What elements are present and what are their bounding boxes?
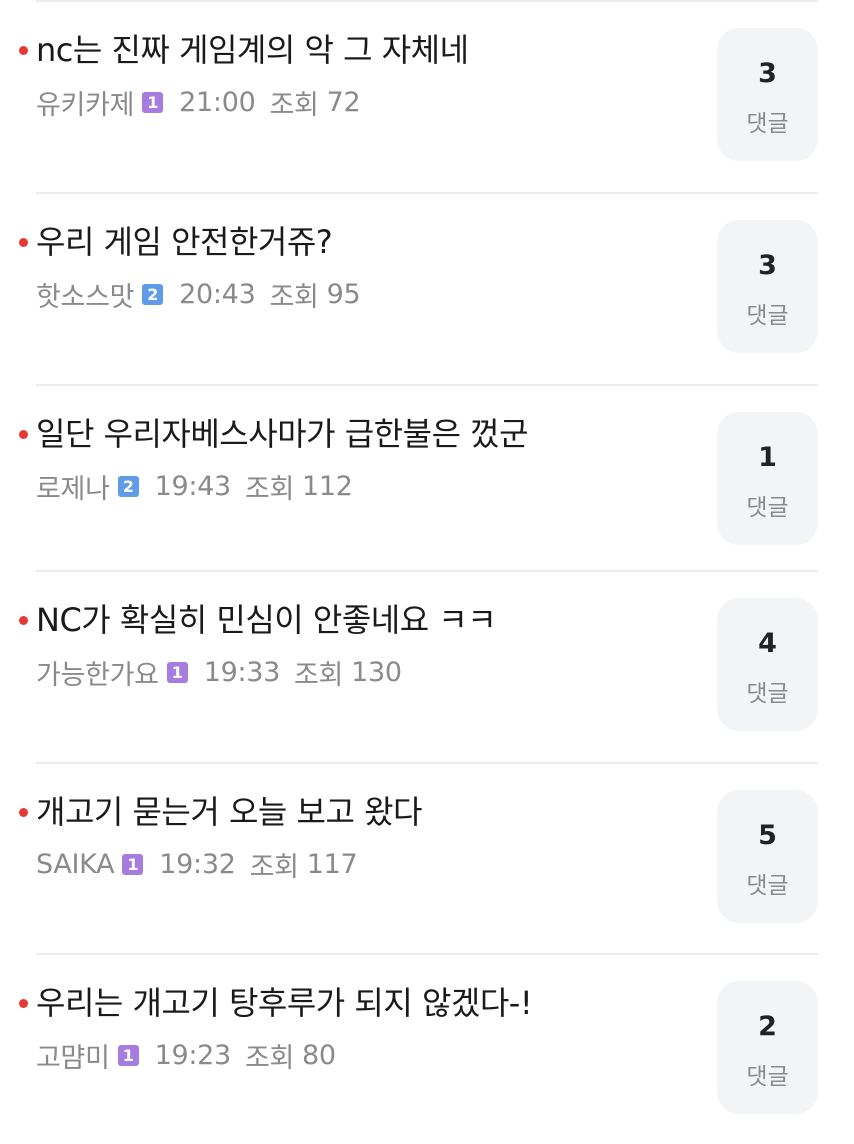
views-label: 조회 bbox=[249, 851, 299, 883]
comment-count-button[interactable]: 3 댓글 bbox=[717, 220, 818, 353]
comment-label: 댓글 bbox=[746, 303, 789, 329]
post-title[interactable]: nc는 진짜 게임계의 악 그 자체네 bbox=[36, 28, 469, 72]
views-label: 조회 bbox=[269, 281, 319, 313]
comment-count: 4 bbox=[758, 628, 777, 659]
list-item: 개고기 묻는거 오늘 보고 왔다 SAIKA 1 19:32 조회 117 5 … bbox=[0, 762, 854, 953]
comment-count-button[interactable]: 1 댓글 bbox=[717, 412, 818, 545]
comment-label: 댓글 bbox=[746, 495, 789, 521]
new-post-dot bbox=[19, 616, 28, 625]
post-title[interactable]: 개고기 묻는거 오늘 보고 왔다 bbox=[36, 790, 422, 834]
level-badge: 1 bbox=[122, 853, 144, 875]
level-badge: 1 bbox=[166, 661, 188, 683]
post-title[interactable]: 우리는 개고기 탕후루가 되지 않겠다-! bbox=[36, 981, 533, 1025]
post-meta: 로제나 2 19:43 조회 112 bbox=[36, 467, 353, 506]
post-author[interactable]: 가능한가요 bbox=[36, 653, 159, 692]
post-meta: SAIKA 1 19:32 조회 117 bbox=[36, 846, 358, 883]
post-title[interactable]: 우리 게임 안전한거쥬? bbox=[36, 220, 333, 264]
comment-count: 5 bbox=[758, 820, 777, 851]
post-author[interactable]: 핫소스맛 bbox=[36, 275, 134, 314]
list-item: 우리는 개고기 탕후루가 되지 않겠다-! 고먐미 1 19:23 조회 80 … bbox=[0, 953, 854, 1144]
level-badge: 1 bbox=[142, 91, 164, 113]
post-meta: 핫소스맛 2 20:43 조회 95 bbox=[36, 275, 361, 314]
views-label: 조회 bbox=[244, 473, 295, 505]
post-title[interactable]: NC가 확실히 민심이 안좋네요 ㅋㅋ bbox=[36, 598, 497, 642]
post-time: 19:43 bbox=[154, 470, 232, 502]
views-count: 72 bbox=[326, 86, 361, 118]
new-post-dot bbox=[19, 46, 28, 55]
views-label: 조회 bbox=[269, 89, 319, 121]
comment-count: 1 bbox=[758, 442, 777, 473]
views-label: 조회 bbox=[294, 659, 344, 691]
views-count: 112 bbox=[302, 470, 353, 502]
post-title[interactable]: 일단 우리자베스사마가 급한불은 껐군 bbox=[36, 412, 529, 456]
list-item: nc는 진짜 게임계의 악 그 자체네 유키카제 1 21:00 조회 72 3… bbox=[0, 0, 854, 191]
views-count: 117 bbox=[306, 848, 358, 880]
comment-label: 댓글 bbox=[746, 111, 789, 137]
comment-count: 2 bbox=[758, 1011, 777, 1042]
comment-label: 댓글 bbox=[746, 681, 789, 707]
post-author[interactable]: 고먐미 bbox=[36, 1036, 110, 1075]
comment-count-button[interactable]: 4 댓글 bbox=[717, 598, 818, 731]
new-post-dot bbox=[19, 430, 28, 439]
list-item: 우리 게임 안전한거쥬? 핫소스맛 2 20:43 조회 95 3 댓글 bbox=[0, 192, 854, 383]
level-badge: 2 bbox=[117, 475, 139, 497]
comment-count-button[interactable]: 3 댓글 bbox=[717, 28, 818, 161]
new-post-dot bbox=[19, 238, 28, 247]
new-post-dot bbox=[19, 808, 28, 817]
comment-label: 댓글 bbox=[746, 1064, 789, 1090]
level-badge: 1 bbox=[117, 1044, 139, 1066]
views-label: 조회 bbox=[244, 1042, 295, 1074]
post-time: 19:23 bbox=[154, 1039, 232, 1071]
comment-count: 3 bbox=[758, 250, 777, 281]
comment-count: 3 bbox=[758, 58, 777, 89]
views-count: 130 bbox=[351, 656, 402, 688]
post-time: 21:00 bbox=[179, 86, 256, 118]
list-item: 일단 우리자베스사마가 급한불은 껐군 로제나 2 19:43 조회 112 1… bbox=[0, 384, 854, 575]
post-time: 19:33 bbox=[203, 656, 281, 688]
new-post-dot bbox=[19, 999, 28, 1008]
comment-label: 댓글 bbox=[746, 873, 789, 899]
views-count: 95 bbox=[326, 278, 361, 310]
post-author[interactable]: SAIKA bbox=[36, 849, 115, 880]
views-count: 80 bbox=[302, 1039, 336, 1071]
post-meta: 고먐미 1 19:23 조회 80 bbox=[36, 1036, 336, 1075]
level-badge: 2 bbox=[142, 283, 164, 305]
comment-count-button[interactable]: 5 댓글 bbox=[717, 790, 818, 923]
post-time: 19:32 bbox=[159, 848, 236, 880]
post-meta: 유키카제 1 21:00 조회 72 bbox=[36, 83, 361, 122]
post-author[interactable]: 유키카제 bbox=[36, 83, 134, 122]
post-author[interactable]: 로제나 bbox=[36, 467, 110, 506]
post-meta: 가능한가요 1 19:33 조회 130 bbox=[36, 653, 402, 692]
comment-count-button[interactable]: 2 댓글 bbox=[717, 981, 818, 1114]
list-item: NC가 확실히 민심이 안좋네요 ㅋㅋ 가능한가요 1 19:33 조회 130… bbox=[0, 570, 854, 761]
post-time: 20:43 bbox=[179, 278, 256, 310]
